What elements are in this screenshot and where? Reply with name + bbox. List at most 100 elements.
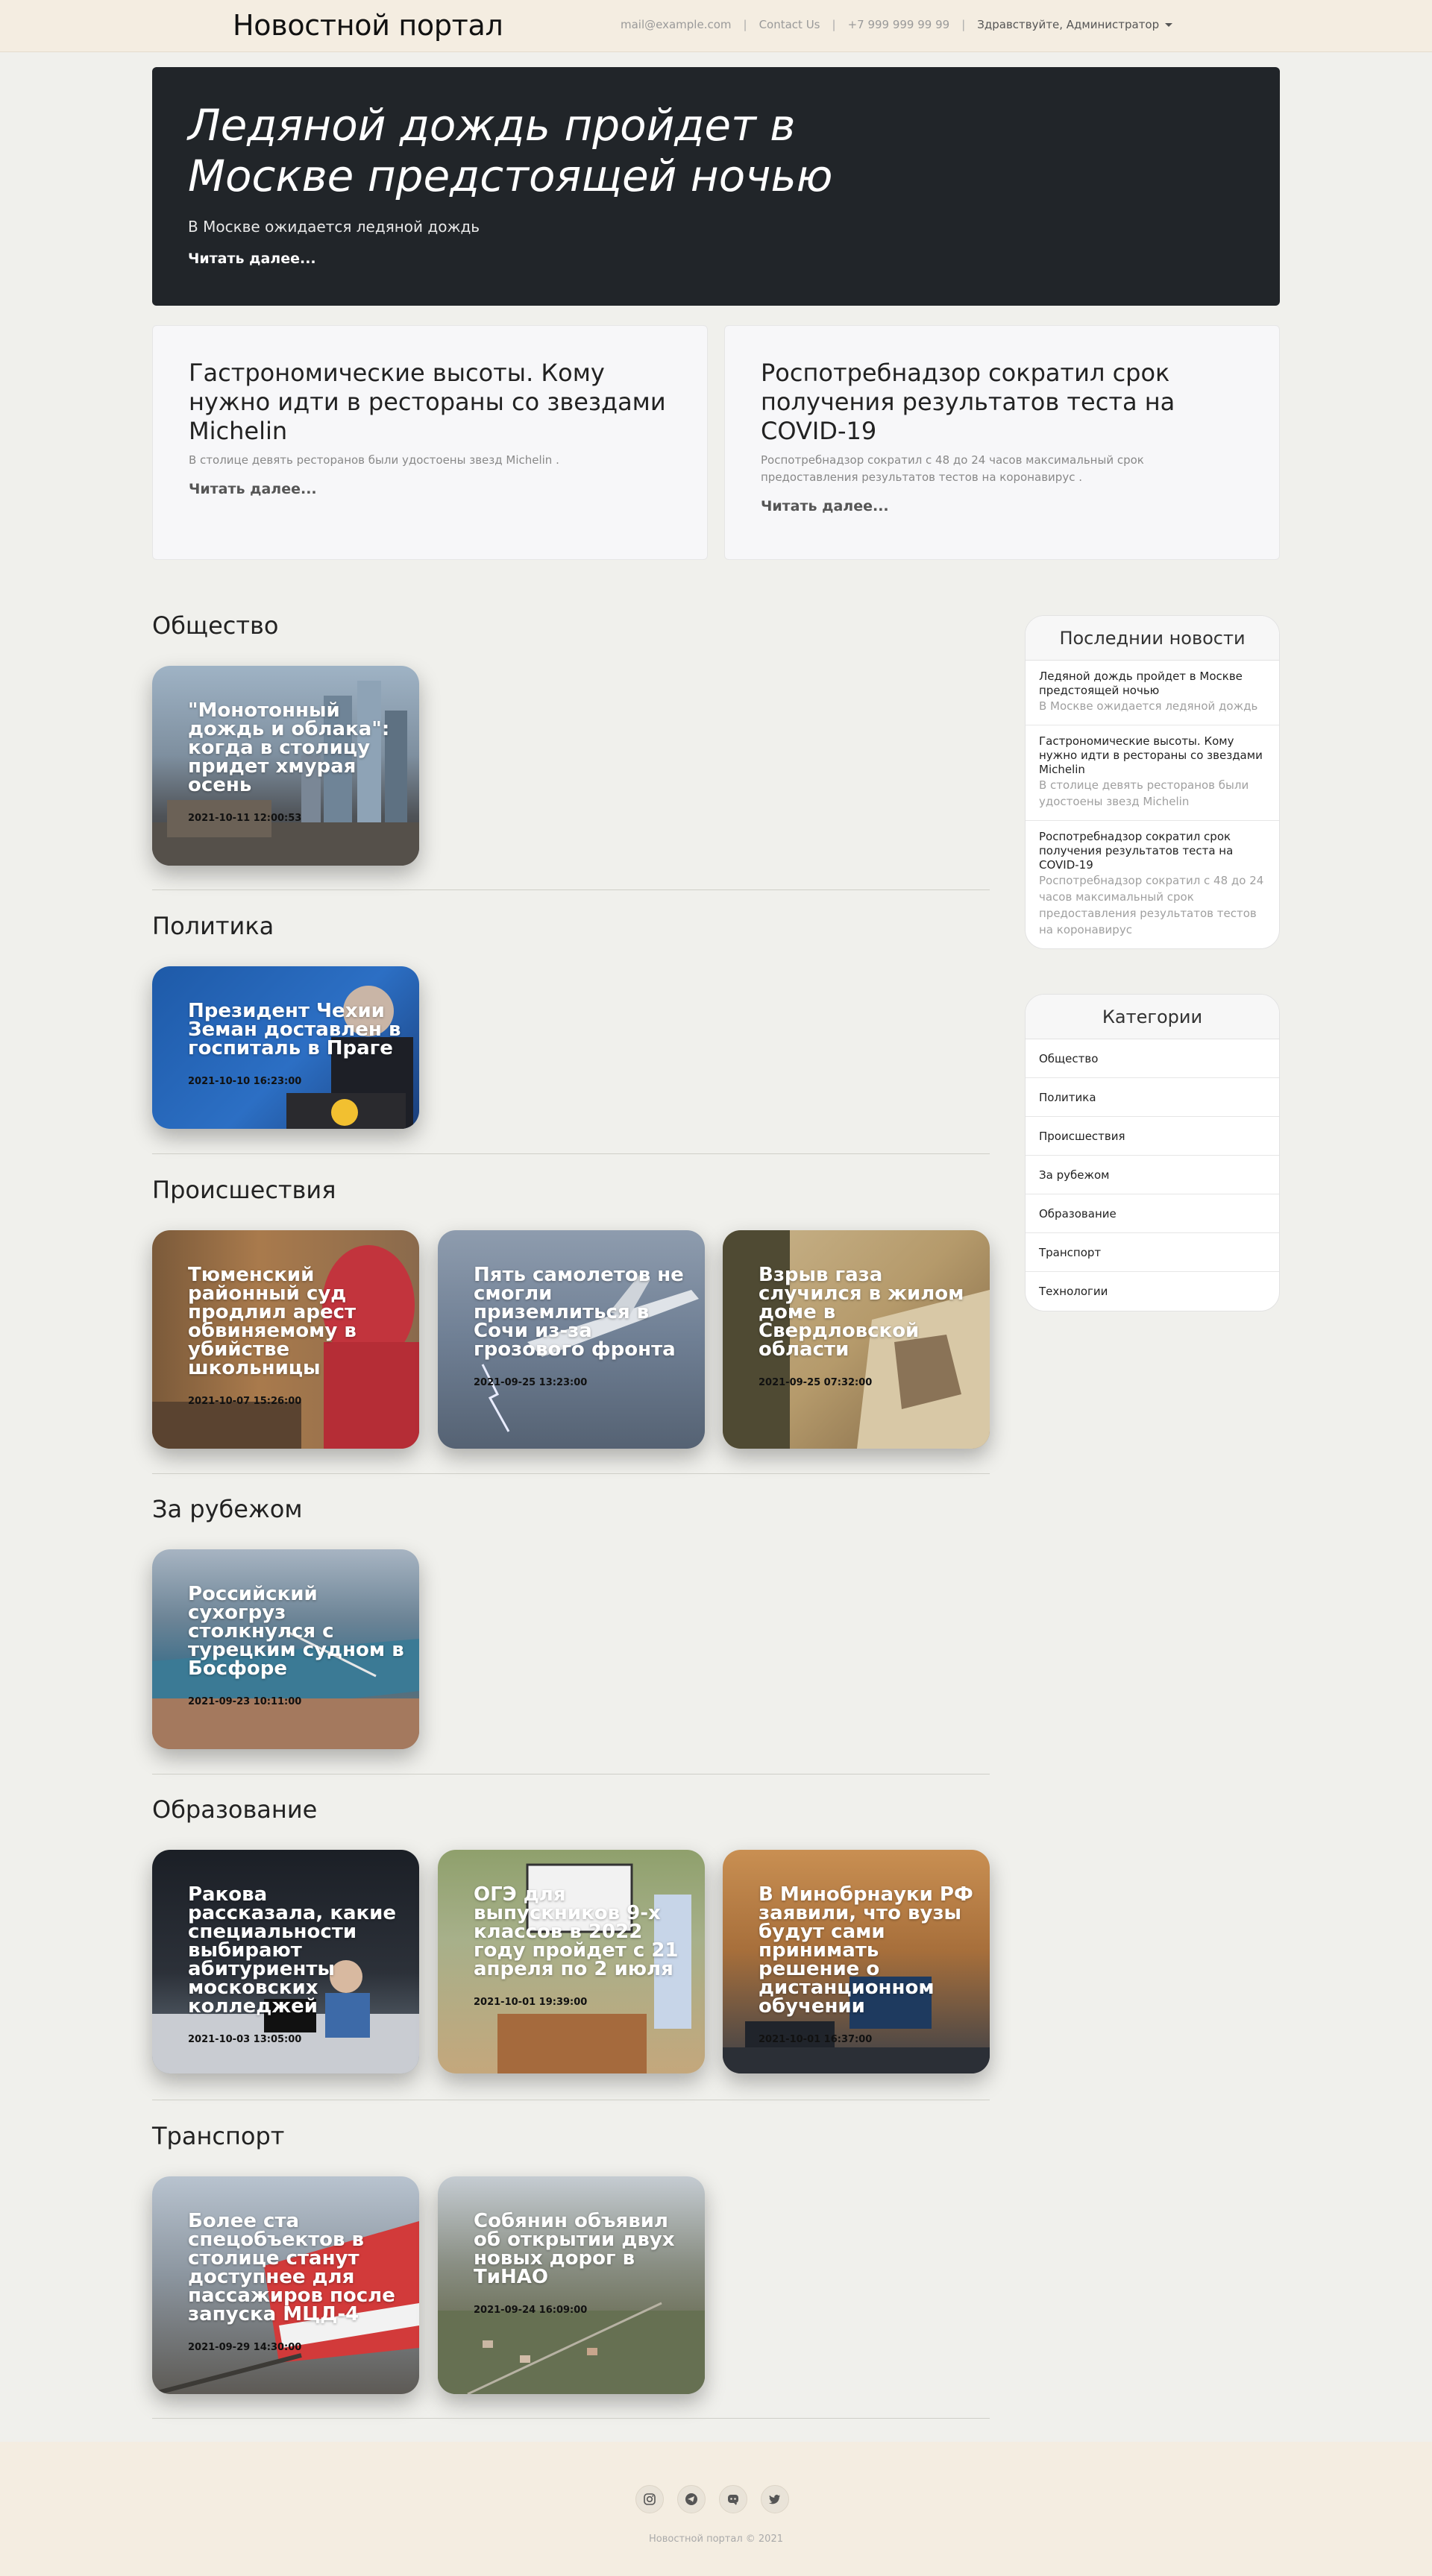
featured-title: Гастрономические высоты. Кому нужно идти… — [189, 359, 666, 445]
email-link[interactable]: mail@example.com — [621, 18, 732, 31]
section-divider — [152, 2418, 990, 2419]
card-text: Президент Чехии Земан доставлен в госпит… — [188, 1000, 404, 1087]
card-title: В Минобрнауки РФ заявили, что вузы будут… — [759, 1883, 973, 2018]
user-menu[interactable]: Здравствуйте, Администратор — [977, 18, 1173, 31]
card-text: Тюменский районный суд продлил арест обв… — [188, 1264, 404, 1407]
section-title-society: Общество — [152, 611, 279, 640]
news-card[interactable]: В Минобрнауки РФ заявили, что вузы будут… — [723, 1850, 990, 2073]
categories-widget: Категории Общество Политика Происшествия… — [1025, 994, 1280, 1311]
news-card[interactable]: Пять самолетов не смогли приземлиться в … — [438, 1230, 705, 1449]
card-text: ОГЭ для выпускников 9-х классов в 2022 г… — [474, 1883, 690, 2008]
card-date: 2021-10-07 15:26:00 — [188, 1396, 302, 1407]
card-text: Собянин объявил об открытии двух новых д… — [474, 2210, 690, 2316]
latest-news-item-title: Роспотребнадзор сократил срок получения … — [1039, 830, 1234, 872]
hero-title: Ледяной дождь пройдет в Москве предстоящ… — [188, 100, 833, 201]
top-navbar: Новостной портал mail@example.com | Cont… — [0, 0, 1432, 52]
card-text: В Минобрнауки РФ заявили, что вузы будут… — [759, 1883, 975, 2045]
card-text: Российский сухогруз столкнулся с турецки… — [188, 1583, 404, 1707]
featured-title: Роспотребнадзор сократил срок получения … — [761, 359, 1175, 445]
section-title-education: Образование — [152, 1795, 318, 1824]
latest-news-widget: Последнии новости Ледяной дождь пройдет … — [1025, 615, 1280, 949]
news-card[interactable]: Тюменский районный суд продлил арест обв… — [152, 1230, 419, 1449]
card-title: "Монотонный дождь и облака": когда в сто… — [188, 699, 390, 796]
card-text: Пять самолетов не смогли приземлиться в … — [474, 1265, 690, 1388]
news-card[interactable]: "Монотонный дождь и облака": когда в сто… — [152, 666, 419, 866]
section-divider — [152, 1153, 990, 1154]
user-greeting: Здравствуйте, Администратор — [977, 18, 1160, 31]
card-title: Президент Чехии Земан доставлен в госпит… — [188, 1000, 401, 1059]
section-title-politics: Политика — [152, 912, 274, 940]
site-brand[interactable]: Новостной портал — [233, 9, 503, 42]
card-title: Ракова рассказала, какие специальности в… — [188, 1883, 397, 2018]
telegram-icon[interactable] — [677, 2485, 706, 2513]
latest-news-item-desc: В столице девять ресторанов были удостое… — [1039, 778, 1249, 808]
news-card[interactable]: Российский сухогруз столкнулся с турецки… — [152, 1549, 419, 1749]
latest-news-item-desc: В Москве ожидается ледяной дождь — [1039, 699, 1258, 713]
separator: | — [832, 18, 836, 31]
contact-link[interactable]: Contact Us — [759, 18, 820, 31]
category-item[interactable]: Общество — [1026, 1039, 1279, 1078]
category-item[interactable]: Технологии — [1026, 1272, 1279, 1311]
phone-link[interactable]: +7 999 999 99 99 — [848, 18, 950, 31]
featured-lead: Роспотребнадзор сократил с 48 до 24 часо… — [761, 453, 1144, 484]
category-item[interactable]: Образование — [1026, 1194, 1279, 1233]
section-title-transport: Транспорт — [152, 2122, 285, 2150]
featured-card: Гастрономические высоты. Кому нужно идти… — [152, 325, 708, 560]
latest-news-item-title: Гастрономические высоты. Кому нужно идти… — [1039, 734, 1263, 776]
section-divider — [152, 889, 990, 890]
category-item[interactable]: Происшествия — [1026, 1117, 1279, 1156]
card-date: 2021-09-23 10:11:00 — [188, 1696, 302, 1707]
news-card[interactable]: Ракова рассказала, какие специальности в… — [152, 1850, 419, 2073]
category-item[interactable]: Политика — [1026, 1078, 1279, 1117]
latest-news-item[interactable]: Гастрономические высоты. Кому нужно идти… — [1026, 725, 1279, 821]
latest-news-item[interactable]: Ледяной дождь пройдет в Москве предстоящ… — [1026, 661, 1279, 725]
twitter-icon[interactable] — [761, 2485, 789, 2513]
latest-news-item-desc: Роспотребнадзор сократил с 48 до 24 часо… — [1039, 874, 1264, 936]
card-date: 2021-10-10 16:23:00 — [188, 1076, 302, 1087]
discord-icon[interactable] — [719, 2485, 747, 2513]
caret-down-icon — [1165, 23, 1173, 27]
separator: | — [743, 18, 747, 31]
card-date: 2021-09-25 13:23:00 — [474, 1377, 588, 1388]
card-title: Российский сухогруз столкнулся с турецки… — [188, 1583, 404, 1680]
card-title: Более ста спецобъектов в столице станут … — [188, 2210, 395, 2325]
news-card[interactable]: ОГЭ для выпускников 9-х классов в 2022 г… — [438, 1850, 705, 2073]
card-text: Взрыв газа случился в жилом доме в Сверд… — [759, 1264, 975, 1388]
latest-news-title: Последнии новости — [1026, 616, 1279, 661]
card-date: 2021-10-01 16:37:00 — [759, 2034, 873, 2045]
card-title: Взрыв газа случился в жилом доме в Сверд… — [759, 1264, 964, 1361]
social-links — [635, 2485, 789, 2513]
category-item[interactable]: За рубежом — [1026, 1156, 1279, 1194]
news-card[interactable]: Президент Чехии Земан доставлен в госпит… — [152, 966, 419, 1129]
top-links: mail@example.com | Contact Us | +7 999 9… — [621, 18, 1173, 31]
news-card[interactable]: Более ста спецобъектов в столице станут … — [152, 2176, 419, 2394]
card-date: 2021-09-25 07:32:00 — [759, 1377, 873, 1388]
category-item[interactable]: Транспорт — [1026, 1233, 1279, 1272]
card-date: 2021-10-01 19:39:00 — [474, 1997, 588, 2008]
card-title: Собянин объявил об открытии двух новых д… — [474, 2210, 675, 2288]
section-divider — [152, 1473, 990, 1474]
hero-lead: В Москве ожидается ледяной дождь — [188, 218, 480, 236]
section-title-incidents: Происшествия — [152, 1176, 336, 1204]
latest-news-item-title: Ледяной дождь пройдет в Москве предстоящ… — [1039, 670, 1243, 697]
news-card[interactable]: Взрыв газа случился в жилом доме в Сверд… — [723, 1230, 990, 1449]
section-title-abroad: За рубежом — [152, 1495, 303, 1523]
featured-read-more-link[interactable]: Читать далее... — [189, 481, 317, 497]
latest-news-item[interactable]: Роспотребнадзор сократил срок получения … — [1026, 821, 1279, 948]
instagram-icon[interactable] — [635, 2485, 664, 2513]
card-date: 2021-09-24 16:09:00 — [474, 2305, 588, 2316]
card-title: ОГЭ для выпускников 9-х классов в 2022 г… — [474, 1883, 679, 1980]
news-card[interactable]: Собянин объявил об открытии двух новых д… — [438, 2176, 705, 2394]
hero-article: Ледяной дождь пройдет в Москве предстоящ… — [152, 67, 1280, 306]
hero-read-more-link[interactable]: Читать далее... — [188, 251, 316, 267]
footer: Новостной портал © 2021 — [0, 2442, 1432, 2576]
card-date: 2021-10-03 13:05:00 — [188, 2034, 302, 2045]
card-text: Более ста спецобъектов в столице станут … — [188, 2210, 404, 2353]
card-date: 2021-10-11 12:00:53 — [188, 813, 302, 824]
featured-read-more-link[interactable]: Читать далее... — [761, 498, 889, 514]
card-text: Ракова рассказала, какие специальности в… — [188, 1883, 404, 2045]
categories-title: Категории — [1026, 995, 1279, 1039]
card-text: "Монотонный дождь и облака": когда в сто… — [188, 699, 404, 824]
card-title: Тюменский районный суд продлил арест обв… — [188, 1264, 357, 1379]
featured-card: Роспотребнадзор сократил срок получения … — [724, 325, 1280, 560]
